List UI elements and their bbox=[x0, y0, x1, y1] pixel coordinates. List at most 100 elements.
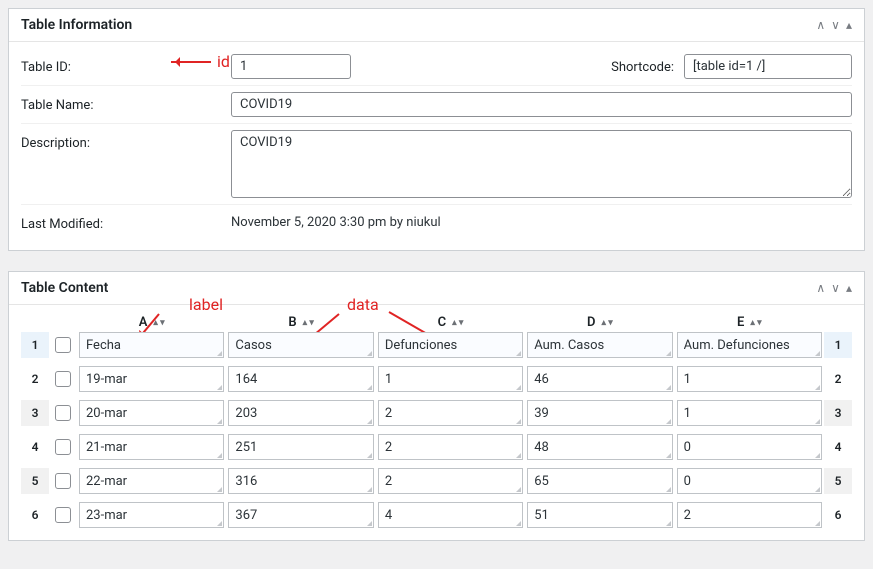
table-cell bbox=[77, 400, 226, 426]
cell-input[interactable] bbox=[79, 332, 224, 358]
row-number-left[interactable]: 4 bbox=[21, 434, 49, 460]
cell-input[interactable] bbox=[378, 502, 523, 528]
cell-input[interactable] bbox=[378, 434, 523, 460]
row-number-right[interactable]: 5 bbox=[824, 468, 852, 494]
table-cell bbox=[376, 434, 525, 460]
cell-input[interactable] bbox=[677, 400, 822, 426]
column-header-row: A ▴ ▾ B ▴ ▾ C ▴ ▾ D ▴ ▾ E ▴ ▾ bbox=[21, 311, 852, 332]
cell-input[interactable] bbox=[527, 400, 672, 426]
cell-input[interactable] bbox=[527, 366, 672, 392]
shortcode-input[interactable] bbox=[684, 54, 852, 79]
cell-input[interactable] bbox=[228, 468, 373, 494]
row-checkbox[interactable] bbox=[55, 337, 71, 353]
table-cell bbox=[376, 332, 525, 358]
table-cell bbox=[77, 366, 226, 392]
cell-input[interactable] bbox=[228, 502, 373, 528]
cell-input[interactable] bbox=[378, 400, 523, 426]
sort-icon[interactable]: ▴ ▾ bbox=[452, 318, 463, 328]
column-header-c[interactable]: C ▴ ▾ bbox=[376, 315, 525, 330]
table-cell bbox=[376, 400, 525, 426]
table-cell bbox=[376, 366, 525, 392]
row-checkbox[interactable] bbox=[55, 439, 71, 455]
row-checkbox-wrap bbox=[49, 434, 77, 460]
cell-input[interactable] bbox=[677, 332, 822, 358]
table-cell bbox=[525, 502, 674, 528]
cell-input[interactable] bbox=[79, 434, 224, 460]
table-information-panel: Table Information ∧ ∨ ▴ Table ID: id Sho… bbox=[8, 8, 865, 251]
cell-input[interactable] bbox=[228, 434, 373, 460]
collapse-icon[interactable]: ▴ bbox=[846, 281, 852, 295]
row-checkbox-wrap bbox=[49, 502, 77, 528]
sort-icon[interactable]: ▴ ▾ bbox=[153, 318, 164, 328]
table-row: 11 bbox=[21, 332, 852, 358]
column-header-e[interactable]: E ▴ ▾ bbox=[675, 315, 824, 330]
row-number-right[interactable]: 1 bbox=[824, 332, 852, 358]
table-id-input[interactable] bbox=[231, 54, 351, 79]
move-down-icon[interactable]: ∨ bbox=[831, 18, 840, 32]
row-checkbox-wrap bbox=[49, 332, 77, 358]
sort-icon[interactable]: ▴ ▾ bbox=[750, 318, 761, 328]
table-cell bbox=[77, 468, 226, 494]
cell-input[interactable] bbox=[228, 332, 373, 358]
cell-input[interactable] bbox=[527, 468, 672, 494]
description-textarea[interactable] bbox=[231, 130, 852, 198]
cell-input[interactable] bbox=[79, 366, 224, 392]
move-down-icon[interactable]: ∨ bbox=[831, 281, 840, 295]
row-number-right[interactable]: 4 bbox=[824, 434, 852, 460]
row-checkbox[interactable] bbox=[55, 405, 71, 421]
cell-input[interactable] bbox=[378, 468, 523, 494]
collapse-icon[interactable]: ▴ bbox=[846, 18, 852, 32]
table-cell bbox=[675, 502, 824, 528]
cell-input[interactable] bbox=[677, 468, 822, 494]
table-cell bbox=[675, 468, 824, 494]
row-number-left[interactable]: 5 bbox=[21, 468, 49, 494]
row-number-right[interactable]: 6 bbox=[824, 502, 852, 528]
table-cell bbox=[675, 366, 824, 392]
cell-input[interactable] bbox=[79, 400, 224, 426]
column-header-b[interactable]: B ▴ ▾ bbox=[226, 315, 375, 330]
last-modified-value: November 5, 2020 3:30 pm by niukul bbox=[231, 211, 441, 230]
sort-icon[interactable]: ▴ ▾ bbox=[303, 318, 314, 328]
row-number-left[interactable]: 2 bbox=[21, 366, 49, 392]
sort-icon[interactable]: ▴ ▾ bbox=[602, 318, 613, 328]
cell-input[interactable] bbox=[378, 366, 523, 392]
column-header-d[interactable]: D ▴ ▾ bbox=[525, 315, 674, 330]
row-number-left[interactable]: 6 bbox=[21, 502, 49, 528]
panel-header: Table Information ∧ ∨ ▴ bbox=[9, 9, 864, 42]
table-cell bbox=[376, 502, 525, 528]
cell-input[interactable] bbox=[228, 400, 373, 426]
row-number-left[interactable]: 3 bbox=[21, 400, 49, 426]
row-number-right[interactable]: 2 bbox=[824, 366, 852, 392]
table-row: 44 bbox=[21, 434, 852, 460]
panel-title: Table Content bbox=[21, 280, 108, 296]
table-cell bbox=[226, 468, 375, 494]
row-checkbox-wrap bbox=[49, 400, 77, 426]
cell-input[interactable] bbox=[527, 332, 672, 358]
row-checkbox[interactable] bbox=[55, 507, 71, 523]
table-row: 66 bbox=[21, 502, 852, 528]
table-content-panel: Table Content ∧ ∨ ▴ label data A bbox=[8, 271, 865, 541]
row-number-left[interactable]: 1 bbox=[21, 332, 49, 358]
table-name-input[interactable] bbox=[231, 92, 852, 117]
row-checkbox[interactable] bbox=[55, 473, 71, 489]
column-header-a[interactable]: A ▴ ▾ bbox=[77, 315, 226, 330]
table-cell bbox=[226, 400, 375, 426]
table-cell bbox=[226, 332, 375, 358]
row-checkbox-wrap bbox=[49, 366, 77, 392]
cell-input[interactable] bbox=[79, 502, 224, 528]
row-checkbox[interactable] bbox=[55, 371, 71, 387]
table-cell bbox=[376, 468, 525, 494]
cell-input[interactable] bbox=[677, 366, 822, 392]
cell-input[interactable] bbox=[79, 468, 224, 494]
move-up-icon[interactable]: ∧ bbox=[816, 18, 825, 32]
panel-header-controls: ∧ ∨ ▴ bbox=[816, 18, 852, 32]
cell-input[interactable] bbox=[228, 366, 373, 392]
cell-input[interactable] bbox=[527, 502, 672, 528]
cell-input[interactable] bbox=[378, 332, 523, 358]
panel-header-controls: ∧ ∨ ▴ bbox=[816, 281, 852, 295]
cell-input[interactable] bbox=[527, 434, 672, 460]
move-up-icon[interactable]: ∧ bbox=[816, 281, 825, 295]
cell-input[interactable] bbox=[677, 434, 822, 460]
cell-input[interactable] bbox=[677, 502, 822, 528]
row-number-right[interactable]: 3 bbox=[824, 400, 852, 426]
